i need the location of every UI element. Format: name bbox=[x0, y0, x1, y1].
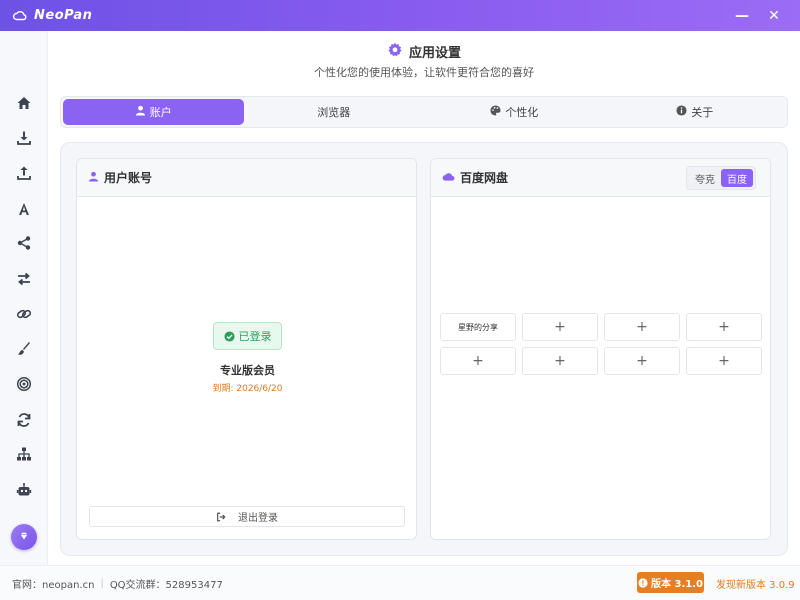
share-slot-grid: 星野的分享 + + + + + + + bbox=[440, 313, 762, 375]
alert-circle-icon bbox=[638, 577, 648, 588]
settings-tabs: 账户 浏览器 个性化 关于 bbox=[60, 96, 788, 128]
tab-label: 关于 bbox=[691, 106, 714, 119]
account-card-header: 用户账号 bbox=[77, 159, 416, 197]
tab-personalize[interactable]: 个性化 bbox=[424, 99, 605, 125]
baidu-card-title: 百度网盘 bbox=[460, 171, 509, 185]
expire-date: 到期: 2026/6/20 bbox=[212, 384, 283, 394]
qq-group: QQ交流群：528953477 bbox=[109, 579, 223, 591]
new-version-link[interactable]: 发现新版本 3.0.9 bbox=[716, 576, 795, 591]
tab-browser[interactable]: 浏览器 bbox=[244, 99, 425, 125]
home-icon[interactable] bbox=[12, 91, 36, 115]
page-subtitle: 个性化您的使用体验，让软件更符合您的喜好 bbox=[314, 66, 534, 79]
pan-provider-switch: 夸克 百度 bbox=[686, 166, 756, 190]
account-card: 用户账号 已登录 专业版会员 到期: 2026/6/20 退出登录 bbox=[76, 158, 417, 540]
account-card-title: 用户账号 bbox=[104, 171, 153, 185]
website-link[interactable]: 官网：neopan.cn bbox=[12, 576, 94, 591]
share-slot[interactable]: 星野的分享 bbox=[440, 313, 516, 341]
palette-icon bbox=[490, 105, 505, 119]
logout-label: 退出登录 bbox=[238, 513, 278, 524]
segment-quark[interactable]: 夸克 bbox=[689, 169, 721, 187]
user-icon bbox=[88, 171, 99, 185]
add-share-button[interactable]: + bbox=[440, 347, 516, 375]
add-share-button[interactable]: + bbox=[522, 347, 598, 375]
add-share-button[interactable]: + bbox=[604, 347, 680, 375]
minimize-button[interactable]: — bbox=[726, 0, 758, 31]
sign-out-icon bbox=[216, 512, 238, 522]
tab-label: 个性化 bbox=[505, 106, 539, 119]
page-title: 应用设置 bbox=[408, 45, 461, 61]
tab-label: 浏览器 bbox=[317, 106, 351, 119]
settings-gear-icon bbox=[387, 42, 403, 61]
user-icon bbox=[135, 105, 150, 119]
transfer-icon[interactable] bbox=[12, 267, 36, 291]
tab-account[interactable]: 账户 bbox=[63, 99, 244, 125]
logout-button[interactable]: 退出登录 bbox=[89, 506, 405, 527]
robot-icon[interactable] bbox=[12, 478, 36, 502]
close-button[interactable]: ✕ bbox=[758, 0, 790, 31]
font-icon[interactable] bbox=[12, 197, 36, 221]
footer-divider: | bbox=[100, 577, 104, 589]
tab-about[interactable]: 关于 bbox=[605, 99, 786, 125]
app-name: NeoPan bbox=[34, 8, 93, 23]
download-icon[interactable] bbox=[12, 126, 36, 150]
info-icon bbox=[676, 105, 691, 119]
add-share-button[interactable]: + bbox=[604, 313, 680, 341]
add-share-button[interactable]: + bbox=[686, 313, 762, 341]
page-header: 应用设置 个性化您的使用体验，让软件更符合您的喜好 bbox=[48, 40, 800, 80]
user-avatar-button[interactable] bbox=[11, 524, 37, 550]
baidu-card-header: 百度网盘 夸克 百度 bbox=[431, 159, 770, 197]
baidu-pan-card: 百度网盘 夸克 百度 星野的分享 + + + + + + + bbox=[430, 158, 771, 540]
version-label: 版本 3.1.0 bbox=[651, 579, 703, 590]
login-status-badge: 已登录 bbox=[213, 322, 282, 350]
version-button[interactable]: 版本 3.1.0 bbox=[637, 572, 704, 593]
cloud-logo-icon bbox=[12, 8, 28, 24]
cloud-icon bbox=[442, 171, 455, 185]
segment-baidu[interactable]: 百度 bbox=[721, 169, 753, 187]
check-circle-icon bbox=[223, 330, 235, 342]
link-icon[interactable] bbox=[12, 302, 36, 326]
login-status-text: 已登录 bbox=[238, 330, 272, 343]
membership-level: 专业版会员 bbox=[220, 364, 275, 377]
sitemap-icon[interactable] bbox=[12, 442, 36, 466]
sidebar bbox=[0, 31, 48, 565]
tab-label: 账户 bbox=[149, 106, 172, 119]
add-share-button[interactable]: + bbox=[686, 347, 762, 375]
share-icon[interactable] bbox=[12, 231, 36, 255]
title-bar: NeoPan — ✕ bbox=[0, 0, 800, 31]
gem-icon bbox=[19, 530, 29, 544]
upload-icon[interactable] bbox=[12, 161, 36, 185]
sync-icon[interactable] bbox=[12, 408, 36, 432]
brush-icon[interactable] bbox=[12, 337, 36, 361]
target-icon[interactable] bbox=[12, 372, 36, 396]
add-share-button[interactable]: + bbox=[522, 313, 598, 341]
